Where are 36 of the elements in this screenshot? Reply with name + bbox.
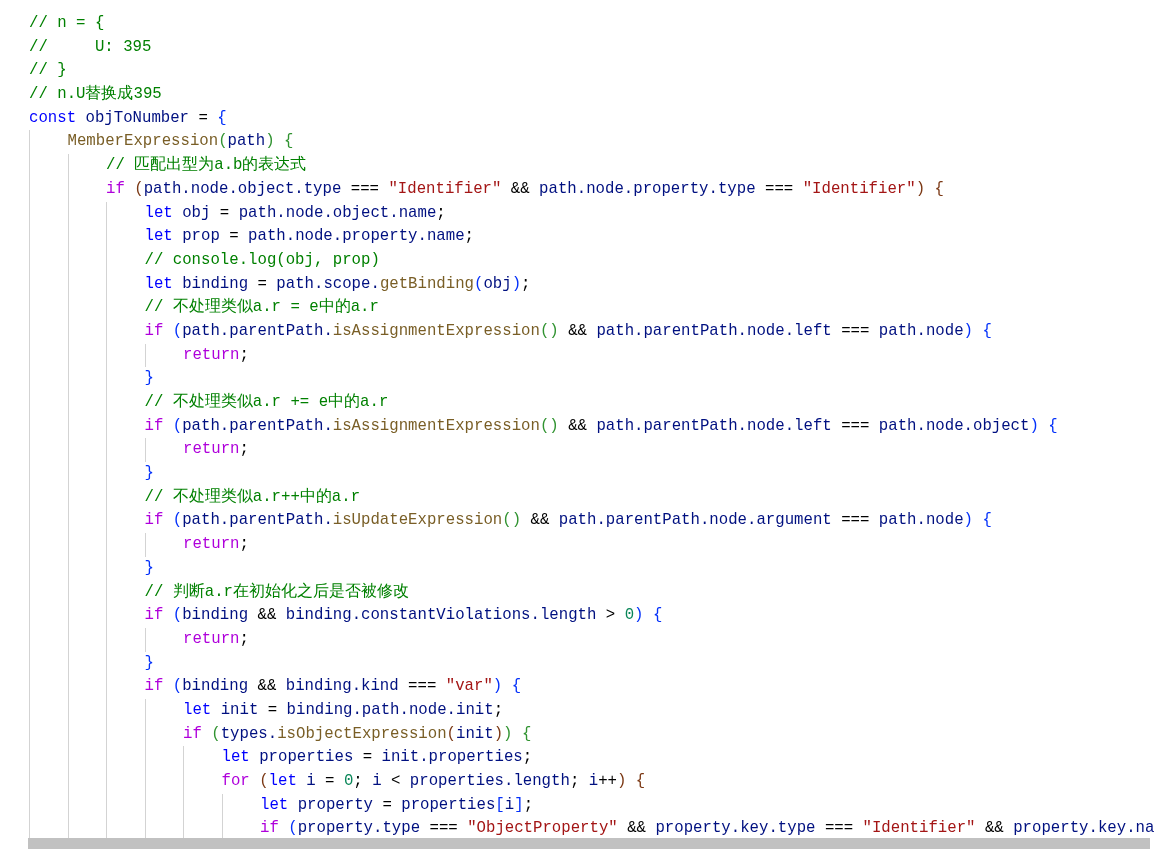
code-line: // 不处理类似a.r = e中的a.r [144,297,380,319]
code-line: const objToNumber = { [29,107,228,129]
code-line: let binding = path.scope.getBinding(obj); [144,273,532,295]
code-line: if (path.node.object.type === "Identifier" && path.node.property.type === "Identifier") { [106,178,945,200]
code-line: MemberExpression(path) { [67,131,295,153]
code-line: if (path.parentPath.isAssignmentExpression() && path.parentPath.node.left === path.node) { [144,320,993,342]
code-line: if (binding && binding.kind === "var") { [144,676,523,698]
code-line: // 判断a.r在初始化之后是否被修改 [144,581,410,603]
code-line: // U: 395 [29,36,153,58]
code-line: if (types.isObjectExpression(init)) { [183,723,533,745]
code-line: // n = { [29,13,106,34]
code-line: let properties = init.properties; [221,747,534,769]
code-line: if (path.parentPath.isAssignmentExpression() && path.parentPath.node.left === path.node.object) { [144,415,1059,437]
code-line: for (let i = 0; i < properties.length; i++) { [221,771,647,792]
code-line: // console.log(obj, prop) [144,249,381,271]
code-line: // 不处理类似a.r += e中的a.r [144,392,390,413]
code-line: // 匹配出型为a.b的表达式 [106,155,308,177]
code-line: } [144,557,155,579]
code-line: return; [183,344,250,366]
code-line: } [144,463,155,485]
code-line: let prop = path.node.property.name; [144,226,475,248]
code-line: let init = binding.path.node.init; [183,699,505,721]
code-line: } [144,652,155,674]
code-line: if (path.parentPath.isUpdateExpression() && path.parentPath.node.argument === path.node) { [144,510,993,532]
code-line: let property = properties[i]; [260,794,535,816]
code-line: // n.U替换成395 [29,84,163,106]
horizontal-scrollbar[interactable] [28,838,1150,849]
code-line: if (binding && binding.constantViolations.length > 0) { [144,605,664,627]
code-line: return; [183,534,250,556]
code-line: } [144,368,155,390]
code-line: return; [183,439,250,461]
code-line: if (property.type === "ObjectProperty" && property.key.type === "Identifier" && property.key.na [260,818,1156,840]
code-line: // 不处理类似a.r++中的a.r [144,486,362,508]
code-line: // } [29,60,68,82]
code-line: return; [183,628,250,650]
code-line: let obj = path.node.object.name; [144,202,447,224]
